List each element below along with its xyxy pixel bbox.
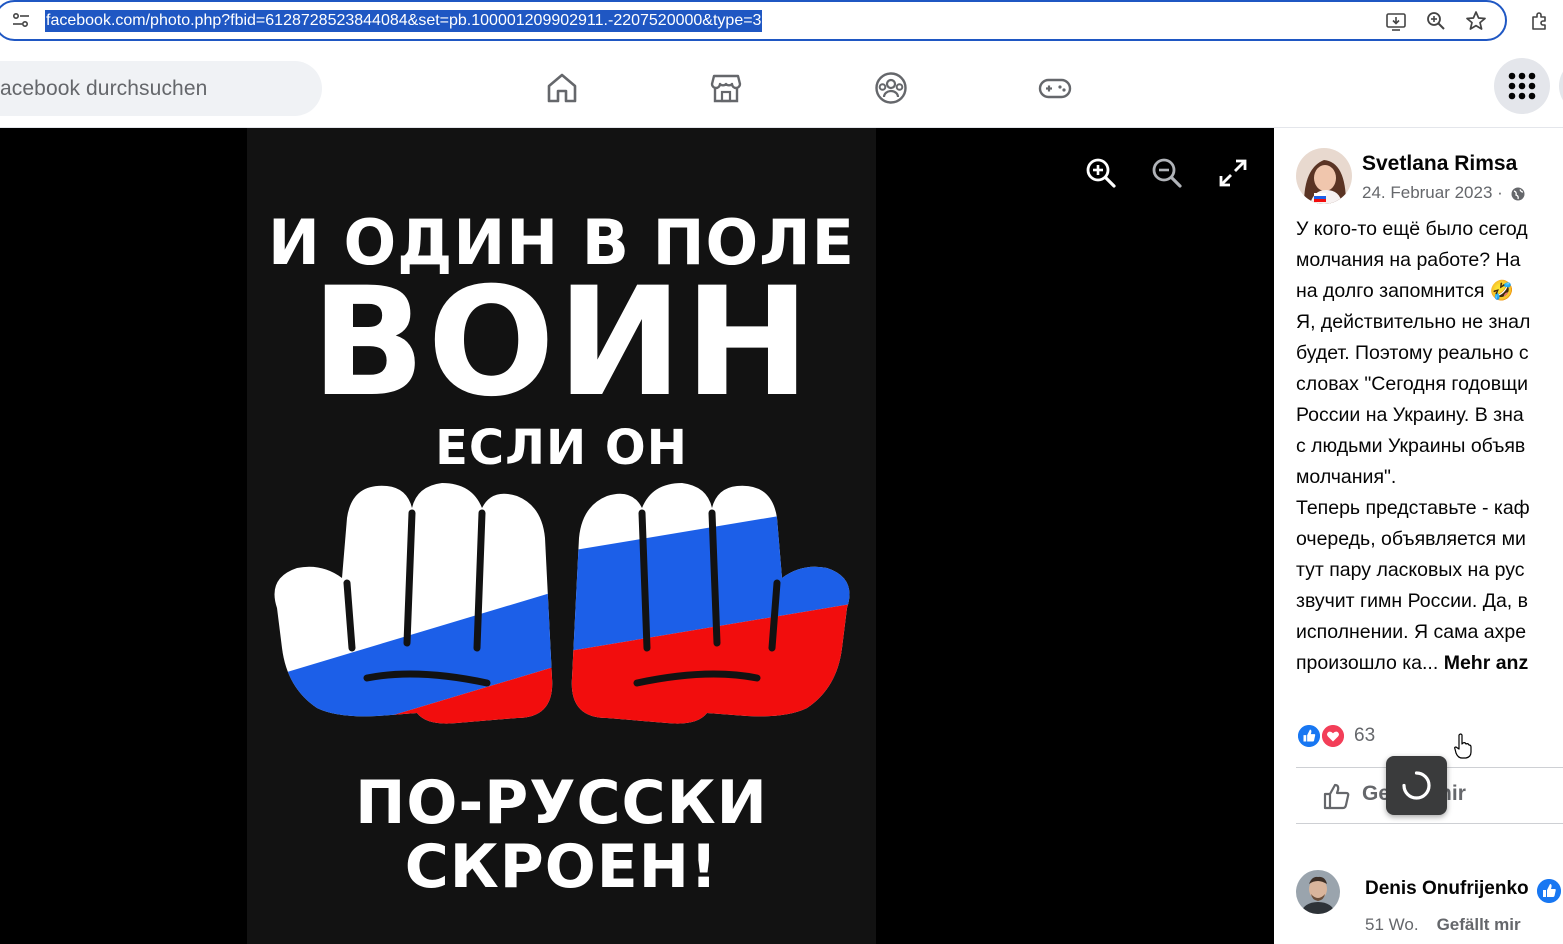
poster-line-3: ЕСЛИ ОН: [435, 420, 688, 476]
commenter-name[interactable]: Denis Onufrijenko: [1365, 878, 1529, 900]
post-line: звучит гимн России. Да, в: [1296, 590, 1528, 612]
post-date[interactable]: 24. Februar 2023 ·: [1362, 183, 1503, 202]
post-line: молчания".: [1296, 466, 1397, 488]
author-avatar[interactable]: [1296, 148, 1352, 204]
post-line: с людьми Украины объяв: [1296, 435, 1526, 457]
post-text: У кого-то ещё было сегод молчания на раб…: [1296, 214, 1563, 679]
search-input[interactable]: acebook durchsuchen: [0, 61, 322, 116]
messenger-button[interactable]: [1559, 58, 1563, 114]
post-line: будет. Поэтому реально с: [1296, 342, 1529, 364]
comment-like-link[interactable]: Gefällt mir: [1437, 915, 1521, 934]
bookmark-star-icon[interactable]: [1464, 9, 1488, 33]
poster-line-2: ВОИН: [311, 256, 812, 430]
search-placeholder: acebook durchsuchen: [0, 77, 208, 100]
marketplace-icon[interactable]: [708, 70, 744, 106]
globe-icon: [1511, 187, 1525, 201]
photo-image: И ОДИН В ПОЛЕ ВОИН ЕСЛИ ОН ПО-РУССКИ СКР…: [247, 128, 876, 944]
commenter-avatar[interactable]: [1296, 870, 1340, 914]
facebook-top-nav: acebook durchsuchen: [0, 42, 1563, 128]
like-reaction-icon: [1296, 723, 1322, 749]
comment-meta: 51 Wo. Gefällt mir: [1365, 915, 1521, 935]
see-more-link[interactable]: Mehr anz: [1444, 652, 1529, 674]
post-panel: Svetlana Rimsa 24. Februar 2023 · У кого…: [1274, 128, 1563, 944]
install-app-icon[interactable]: [1384, 9, 1408, 33]
groups-icon[interactable]: [873, 70, 909, 106]
post-line: на долго запомнится 🤣: [1296, 280, 1515, 302]
grid-menu-icon: [1508, 72, 1536, 100]
post-line-last: произошло ка... Mehr anz: [1296, 648, 1563, 679]
gaming-icon[interactable]: [1037, 70, 1073, 106]
post-line: молчания на работе? На: [1296, 249, 1521, 271]
post-line: Я, действительно не знал: [1296, 311, 1531, 333]
browser-address-bar: facebook.com/photo.php?fbid=612872852384…: [0, 0, 1563, 42]
post-line: очередь, объявляется ми: [1296, 528, 1526, 550]
poster-line-5: СКРОЕН!: [404, 832, 719, 902]
flag-fists-illustration: [274, 483, 850, 724]
poster-line-4: ПО-РУССКИ: [355, 768, 768, 838]
post-line: словах "Сегодня годовщи: [1296, 373, 1529, 395]
comment-time[interactable]: 51 Wo.: [1365, 915, 1419, 934]
post-line: тут пару ласковых на рус: [1296, 559, 1525, 581]
extensions-icon[interactable]: [1528, 9, 1552, 33]
zoom-icon[interactable]: [1424, 9, 1448, 33]
url-text[interactable]: facebook.com/photo.php?fbid=612872852384…: [45, 10, 763, 32]
photo-viewer: И ОДИН В ПОЛЕ ВОИН ЕСЛИ ОН ПО-РУССКИ СКР…: [0, 128, 1274, 944]
love-reaction-icon: [1320, 723, 1346, 749]
post-line: исполнении. Я сама ахре: [1296, 621, 1527, 643]
comment-like-badge-icon: [1537, 879, 1561, 903]
fullscreen-icon[interactable]: [1216, 156, 1250, 190]
site-info-icon[interactable]: [12, 11, 30, 29]
post-line-truncated: произошло ка...: [1296, 652, 1439, 674]
home-icon[interactable]: [544, 70, 580, 106]
post-meta: 24. Februar 2023 ·: [1362, 183, 1526, 203]
reaction-count[interactable]: 63: [1354, 725, 1375, 747]
post-line: России на Украину. В зна: [1296, 404, 1524, 426]
zoom-out-icon[interactable]: [1150, 156, 1184, 190]
hand-cursor-icon: [1454, 733, 1472, 759]
author-name[interactable]: Svetlana Rimsa: [1362, 152, 1517, 176]
loading-spinner: [1386, 756, 1447, 815]
divider: [1296, 823, 1563, 824]
thumbs-up-icon: [1323, 783, 1350, 810]
menu-button[interactable]: [1494, 58, 1550, 114]
zoom-in-icon[interactable]: [1084, 156, 1118, 190]
post-line: У кого-то ещё было сегод: [1296, 218, 1528, 240]
spinner-icon: [1402, 771, 1431, 800]
screen: facebook.com/photo.php?fbid=612872852384…: [0, 0, 1563, 944]
post-line: Теперь представьте - каф: [1296, 497, 1530, 519]
